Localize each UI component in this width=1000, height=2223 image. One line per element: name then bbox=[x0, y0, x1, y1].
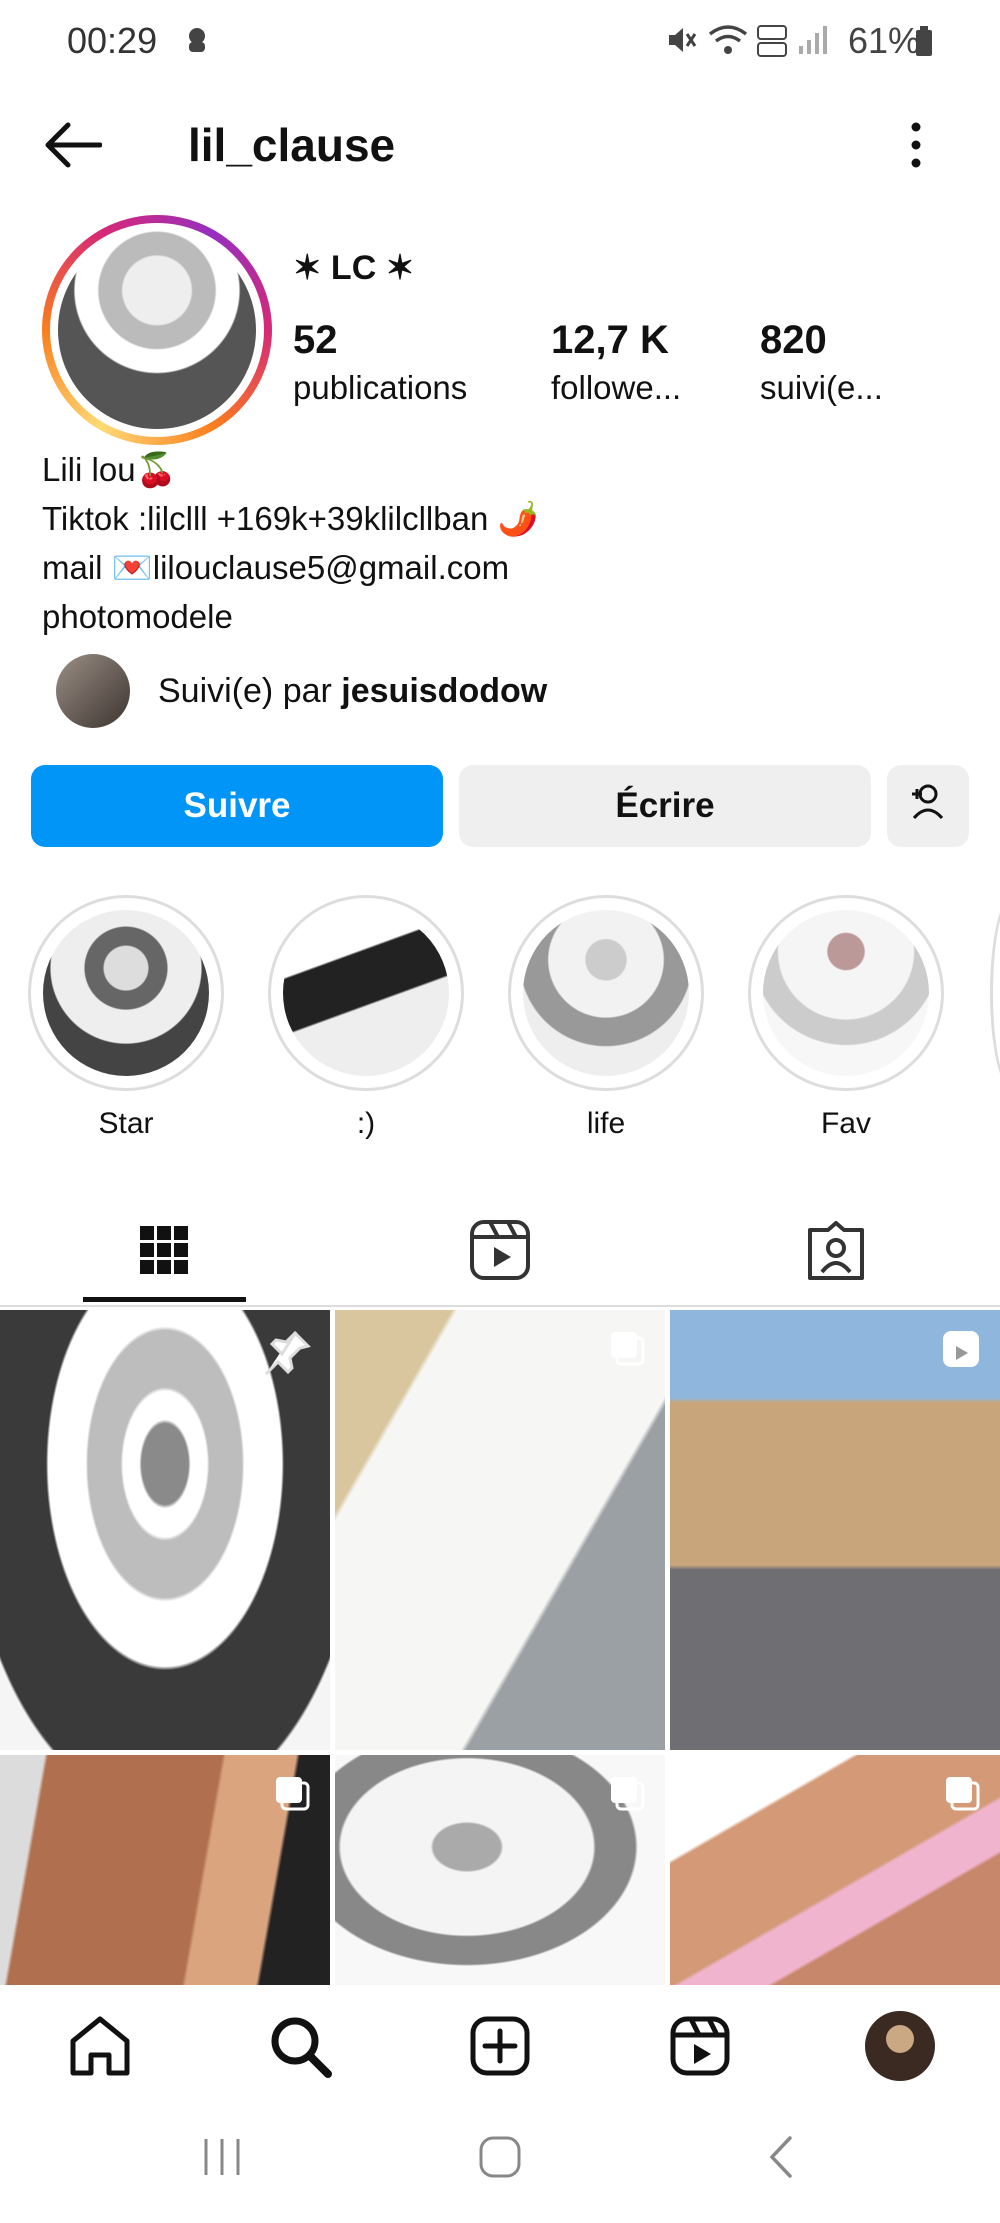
message-button[interactable]: Écrire bbox=[459, 765, 871, 847]
profile-bio: Lili lou🍒 Tiktok :lilclll +169k+39klilcl… bbox=[42, 445, 539, 641]
carousel-icon bbox=[942, 1773, 982, 1813]
signal-icon bbox=[797, 24, 827, 56]
followed-by-user: jesuisdodow bbox=[341, 672, 548, 710]
bio-line: Lili lou🍒 bbox=[42, 451, 177, 488]
notification-icon bbox=[185, 26, 209, 54]
highlight-cover bbox=[523, 910, 689, 1076]
system-nav bbox=[0, 2105, 1000, 2223]
display-name: ✶ LC ✶ bbox=[293, 249, 415, 287]
mute-icon bbox=[665, 24, 697, 56]
tagged-icon[interactable] bbox=[796, 1210, 876, 1290]
add-user-icon bbox=[906, 782, 950, 822]
home-button-icon[interactable] bbox=[478, 2135, 522, 2179]
carousel-icon bbox=[272, 1773, 312, 1813]
home-icon[interactable] bbox=[65, 2011, 135, 2081]
bio-line: photomodele bbox=[42, 598, 233, 635]
highlight-label: Fav bbox=[820, 1107, 871, 1140]
profile-avatar-nav[interactable] bbox=[865, 2011, 935, 2081]
posts-grid bbox=[0, 1310, 1000, 1985]
back-button-icon[interactable] bbox=[766, 2135, 796, 2179]
grid-icon[interactable] bbox=[124, 1210, 204, 1290]
status-bar: 00:29 61% bbox=[0, 0, 1000, 90]
highlight-fav[interactable]: Fav bbox=[746, 895, 946, 1141]
pin-icon bbox=[264, 1328, 312, 1376]
grid-post[interactable] bbox=[670, 1755, 1000, 1985]
followed-by-prefix: Suivi(e) par bbox=[158, 672, 342, 710]
grid-post[interactable] bbox=[0, 1755, 330, 1985]
stat-following[interactable]: 820 suivi(e... bbox=[760, 318, 883, 407]
highlight-life[interactable]: life bbox=[506, 895, 706, 1141]
highlight-label: Star bbox=[98, 1107, 154, 1140]
highlight-cover bbox=[43, 910, 209, 1076]
stat-posts[interactable]: 52 publications bbox=[293, 318, 467, 407]
back-arrow-icon[interactable] bbox=[42, 120, 102, 170]
suggest-user-button[interactable] bbox=[887, 765, 969, 847]
recent-apps-icon[interactable] bbox=[200, 2137, 244, 2177]
grid-post[interactable] bbox=[670, 1310, 1000, 1750]
highlight-star[interactable]: Star bbox=[26, 895, 226, 1141]
highlight-label: :) bbox=[356, 1107, 376, 1140]
reels-nav-icon[interactable] bbox=[665, 2011, 735, 2081]
bottom-nav bbox=[0, 1985, 1000, 2105]
grid-post[interactable] bbox=[335, 1310, 665, 1750]
create-post-icon[interactable] bbox=[465, 2011, 535, 2081]
volte-icon bbox=[757, 24, 787, 58]
status-time: 00:29 bbox=[67, 20, 158, 61]
carousel-icon bbox=[607, 1328, 647, 1368]
active-tab-indicator bbox=[83, 1297, 246, 1302]
battery-percent: 61% bbox=[847, 20, 920, 61]
reel-icon bbox=[940, 1328, 982, 1370]
profile-username: lil_clause bbox=[188, 119, 396, 171]
profile-tabs bbox=[0, 1180, 1000, 1307]
highlight-smile[interactable]: :) bbox=[266, 895, 466, 1141]
bio-line: Tiktok :lilclll +169k+39klilcllban 🌶️ bbox=[42, 500, 539, 537]
profile-avatar[interactable] bbox=[42, 215, 272, 445]
more-options-icon[interactable] bbox=[908, 120, 924, 170]
avatar-photo bbox=[58, 231, 256, 429]
carousel-icon bbox=[607, 1773, 647, 1813]
highlight-partial[interactable] bbox=[990, 895, 1000, 1091]
profile-header: lil_clause bbox=[0, 100, 1000, 190]
highlight-cover bbox=[283, 910, 449, 1076]
highlight-label: life bbox=[586, 1107, 626, 1140]
search-icon[interactable] bbox=[265, 2011, 335, 2081]
follow-button[interactable]: Suivre bbox=[31, 765, 443, 847]
highlight-cover bbox=[763, 910, 929, 1076]
grid-post[interactable] bbox=[335, 1755, 665, 1985]
wifi-icon bbox=[708, 24, 748, 56]
follower-avatar bbox=[56, 654, 130, 728]
stat-followers[interactable]: 12,7 K followe... bbox=[551, 318, 681, 407]
battery-icon bbox=[915, 26, 933, 56]
bio-line[interactable]: mail 💌lilouclause5@gmail.com bbox=[42, 543, 539, 592]
reels-icon[interactable] bbox=[460, 1210, 540, 1290]
grid-post[interactable] bbox=[0, 1310, 330, 1750]
